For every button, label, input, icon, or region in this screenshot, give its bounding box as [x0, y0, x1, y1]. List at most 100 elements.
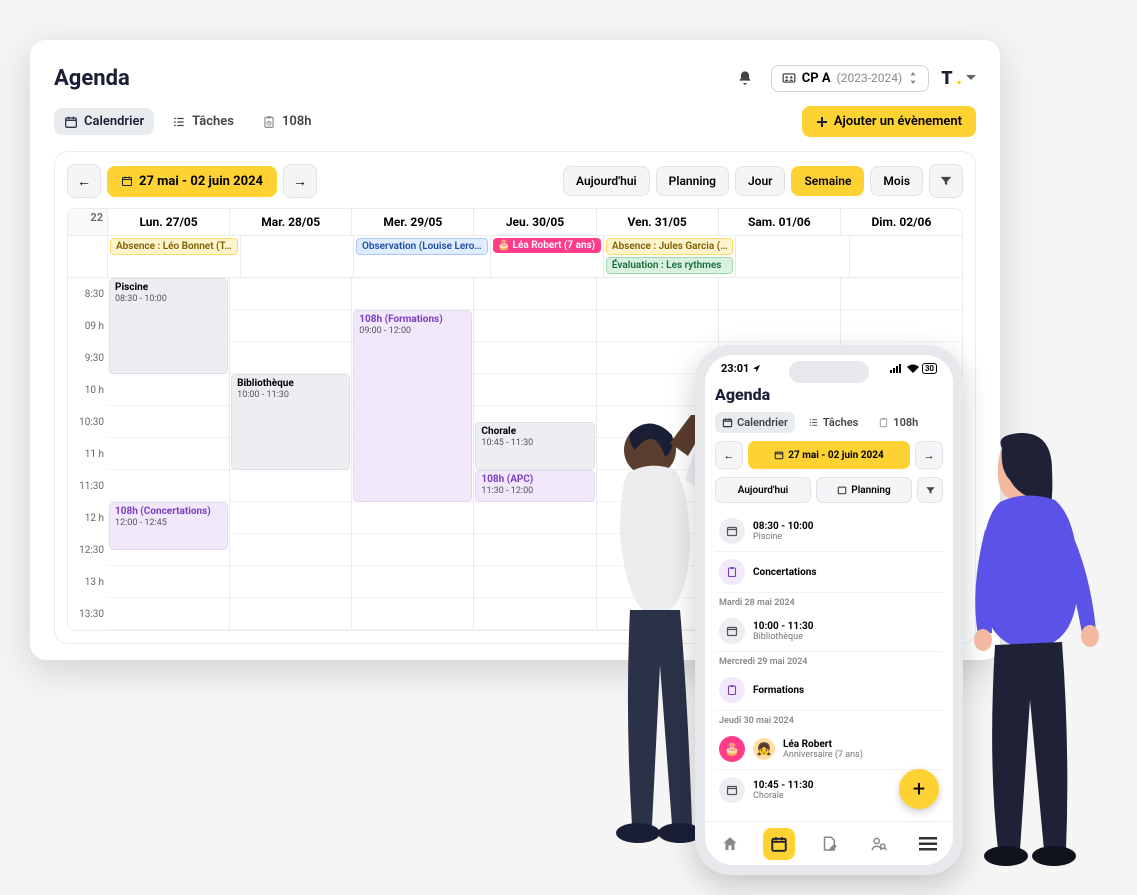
- day-heading: Mercredi 29 mai 2024: [715, 652, 943, 670]
- event-bibliotheque[interactable]: Bibliothèque 10:00 - 11:30: [231, 374, 350, 470]
- mobile-navbar: [705, 821, 953, 865]
- calendar-toolbar: ← 27 mai - 02 juin 2024 → Aujourd'hui Pl…: [67, 164, 963, 198]
- list-item[interactable]: 🎂 👧 Léa Robert Anniversaire (7 ans): [715, 729, 943, 770]
- time-label: 9:30: [68, 342, 108, 374]
- nav-menu[interactable]: [912, 828, 944, 860]
- calendar-icon: [837, 485, 847, 495]
- day-column[interactable]: Chorale 10:45 - 11:30 108h (APC) 11:30 -…: [474, 278, 596, 630]
- time-label: 13 h: [68, 566, 108, 598]
- time-label: 10 h: [68, 374, 108, 406]
- class-selector[interactable]: CP A (2023-2024): [771, 65, 929, 92]
- avatar: 👧: [753, 738, 775, 760]
- nav-calendar[interactable]: [763, 828, 795, 860]
- allday-birthday[interactable]: 🎂 Léa Robert (7 ans): [493, 238, 601, 253]
- event-chorale[interactable]: Chorale 10:45 - 11:30: [475, 422, 594, 470]
- day-header: Dim. 02/06: [841, 209, 962, 235]
- cake-icon: 🎂: [719, 736, 745, 762]
- view-day[interactable]: Jour: [735, 166, 786, 196]
- avatar-initial: T: [941, 68, 952, 89]
- nav-home[interactable]: [714, 828, 746, 860]
- event-piscine[interactable]: Piscine 08:30 - 10:00: [109, 278, 228, 374]
- allday-row: Absence : Léo Bonnet (T… Observation (Lo…: [68, 236, 962, 278]
- time-label: 09 h: [68, 310, 108, 342]
- tab-tasks[interactable]: Tâches: [162, 108, 244, 135]
- fab-add-button[interactable]: +: [899, 769, 939, 809]
- mobile-tab-hours[interactable]: 108h: [871, 412, 925, 433]
- clipboard-icon: [262, 115, 276, 129]
- calendar-header-row: 22 Lun. 27/05 Mar. 28/05 Mer. 29/05 Jeu.…: [68, 209, 962, 236]
- time-label: 8:30: [68, 278, 108, 310]
- mobile-view-row: Aujourd'hui Planning: [715, 477, 943, 503]
- calendar-icon: [719, 518, 745, 544]
- time-label: 12 h: [68, 502, 108, 534]
- day-header: Sam. 01/06: [719, 209, 841, 235]
- add-event-button[interactable]: Ajouter un évènement: [802, 106, 976, 137]
- day-header: Mer. 29/05: [352, 209, 474, 235]
- plus-icon: [816, 116, 828, 128]
- mobile-tab-tasks[interactable]: Tâches: [801, 412, 865, 433]
- mobile-filter-button[interactable]: [917, 477, 943, 503]
- tab-hours[interactable]: 108h: [252, 108, 322, 135]
- nav-edit[interactable]: [813, 828, 845, 860]
- allday-evaluation[interactable]: Évaluation : Les rythmes: [606, 257, 734, 274]
- prev-week-button[interactable]: ←: [67, 164, 101, 198]
- list-item[interactable]: 08:30 - 10:00 Piscine: [715, 511, 943, 552]
- day-header: Mar. 28/05: [230, 209, 352, 235]
- list-item[interactable]: Formations: [715, 670, 943, 711]
- today-button[interactable]: Aujourd'hui: [563, 166, 650, 196]
- bell-icon: [737, 70, 753, 86]
- mobile-today-button[interactable]: Aujourd'hui: [715, 477, 811, 503]
- list-item[interactable]: Concertations: [715, 552, 943, 593]
- time-labels: 8:3009 h9:3010 h10:3011 h11:3012 h12:301…: [68, 278, 108, 630]
- class-year: (2023-2024): [837, 71, 903, 85]
- event-concertations[interactable]: 108h (Concertations) 12:00 - 12:45: [109, 502, 228, 550]
- nav-students[interactable]: [863, 828, 895, 860]
- view-month[interactable]: Mois: [870, 166, 923, 196]
- allday-absence[interactable]: Absence : Léo Bonnet (T…: [110, 238, 238, 255]
- location-icon: [752, 364, 761, 373]
- filter-button[interactable]: [929, 164, 963, 198]
- tab-calendar[interactable]: Calendrier: [54, 108, 154, 135]
- day-heading: Jeudi 30 mai 2024: [715, 711, 943, 729]
- user-menu[interactable]: T.: [941, 68, 976, 89]
- mobile-tab-calendar[interactable]: Calendrier: [715, 412, 795, 433]
- day-header: Ven. 31/05: [597, 209, 719, 235]
- calendar-icon: [64, 115, 78, 129]
- mobile-planning-button[interactable]: Planning: [816, 477, 912, 503]
- signal-icon: [890, 364, 904, 373]
- clipboard-icon: [719, 677, 745, 703]
- day-column[interactable]: Piscine 08:30 - 10:00 108h (Concertation…: [108, 278, 230, 630]
- event-formations[interactable]: 108h (Formations) 09:00 - 12:00: [353, 310, 472, 502]
- mobile-next-button[interactable]: →: [915, 441, 943, 469]
- home-icon: [721, 835, 739, 853]
- mobile-tabs: Calendrier Tâches 108h: [715, 412, 943, 433]
- list-icon: [808, 417, 819, 428]
- notifications-button[interactable]: [731, 64, 759, 92]
- view-planning[interactable]: Planning: [656, 166, 729, 196]
- mobile-date-pill[interactable]: 27 mai - 02 juin 2024: [748, 441, 910, 469]
- list-item[interactable]: 10:00 - 11:30 Bibliothèque: [715, 611, 943, 652]
- chevron-updown-icon: [908, 72, 918, 84]
- day-header: Jeu. 30/05: [474, 209, 596, 235]
- filter-icon: [925, 485, 936, 496]
- day-header: Lun. 27/05: [108, 209, 230, 235]
- day-column[interactable]: 108h (Formations) 09:00 - 12:00: [352, 278, 474, 630]
- allday-observation[interactable]: Observation (Louise Lero…: [356, 238, 488, 255]
- mobile-toolbar: ← 27 mai - 02 juin 2024 →: [715, 441, 943, 469]
- view-week[interactable]: Semaine: [791, 166, 864, 196]
- class-label: CP A: [802, 71, 831, 86]
- event-apc[interactable]: 108h (APC) 11:30 - 12:00: [475, 470, 594, 502]
- mobile-prev-button[interactable]: ←: [715, 441, 743, 469]
- phone-notch: [789, 361, 869, 383]
- battery-indicator: 30: [922, 363, 937, 374]
- tabs: Calendrier Tâches 108h: [54, 108, 322, 135]
- date-range-pill[interactable]: 27 mai - 02 juin 2024: [107, 166, 277, 197]
- day-column[interactable]: Bibliothèque 10:00 - 11:30: [230, 278, 352, 630]
- allday-absence[interactable]: Absence : Jules Garcia (…: [606, 238, 734, 255]
- header: Agenda CP A (2023-2024) T.: [54, 64, 976, 92]
- page-title: Agenda: [54, 66, 130, 91]
- next-week-button[interactable]: →: [283, 164, 317, 198]
- filter-icon: [939, 174, 953, 188]
- people-search-icon: [870, 835, 888, 853]
- header-right: CP A (2023-2024) T.: [731, 64, 976, 92]
